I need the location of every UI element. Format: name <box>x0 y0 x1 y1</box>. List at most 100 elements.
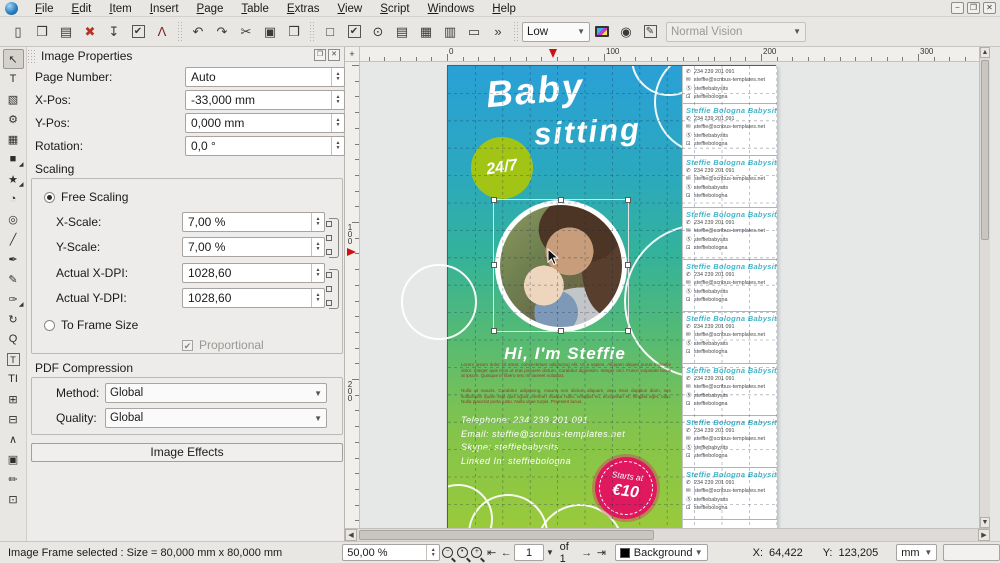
open-document-button[interactable]: ❒ <box>31 21 53 43</box>
pdf-push-button-button[interactable]: □ <box>319 21 341 43</box>
tool-rotate-item[interactable]: ↻ <box>3 309 24 329</box>
save-document-button[interactable]: ▤ <box>55 21 77 43</box>
image-effects-button[interactable]: Image Effects <box>31 443 343 462</box>
spinner[interactable]: ▲▼ <box>331 137 344 155</box>
display-settings-button[interactable] <box>591 21 613 43</box>
tool-insert-bezier-curve[interactable]: ✒ <box>3 249 24 269</box>
tool-select-item[interactable]: ↖ <box>3 49 24 69</box>
tool-insert-spiral[interactable]: ◎ <box>3 209 24 229</box>
panel-drag-handle[interactable] <box>27 49 36 65</box>
zoom-100-button[interactable]: • <box>455 544 470 561</box>
menu-view[interactable]: View <box>328 1 371 16</box>
spinner[interactable]: ▲▼ <box>311 264 324 282</box>
selection-frame[interactable] <box>493 199 629 332</box>
resize-handle[interactable] <box>558 328 564 334</box>
image-quality-select[interactable]: Low ▼ <box>522 22 590 42</box>
resize-handle[interactable] <box>625 262 631 268</box>
close-document-button[interactable]: ✖ <box>79 21 101 43</box>
to-frame-size-radio[interactable]: To Frame Size <box>44 315 138 335</box>
scroll-right-icon[interactable]: ▶ <box>978 529 990 541</box>
menu-page[interactable]: Page <box>188 1 233 16</box>
edit-in-preview-button[interactable]: ✎ <box>639 21 661 43</box>
zoom-out-button[interactable]: − <box>440 544 455 561</box>
tool-insert-arc[interactable]: ◔ <box>3 189 24 209</box>
panel-close-button[interactable]: ✕ <box>328 49 340 61</box>
resize-handle[interactable] <box>558 197 564 203</box>
menu-windows[interactable]: Windows <box>419 1 484 16</box>
page-number-field[interactable]: Auto▲▼ <box>185 67 345 87</box>
tool-insert-table[interactable]: ▦ <box>3 129 24 149</box>
quality-select[interactable]: Global▼ <box>105 408 327 428</box>
page-list-button[interactable]: ▼ <box>544 544 555 561</box>
undo-button[interactable]: ↶ <box>187 21 209 43</box>
copy-button[interactable]: ▣ <box>259 21 281 43</box>
spinner[interactable]: ▲▼ <box>426 545 439 560</box>
tool-eye-dropper[interactable]: ✏ <box>3 469 24 489</box>
spinner[interactable]: ▲▼ <box>331 114 344 132</box>
method-select[interactable]: Global▼ <box>105 383 327 403</box>
menu-insert[interactable]: Insert <box>141 1 188 16</box>
proportional-checkbox[interactable]: ✔Proportional <box>182 335 264 355</box>
preview-mode-button[interactable]: ◉ <box>615 21 637 43</box>
resize-handle[interactable] <box>491 262 497 268</box>
print-document-button[interactable]: ↧ <box>103 21 125 43</box>
panel-float-button[interactable]: ❐ <box>314 49 326 61</box>
vertical-scroll-thumb[interactable] <box>981 60 989 240</box>
menu-table[interactable]: Table <box>232 1 278 16</box>
ypos-field[interactable]: 0,000 mm▲▼ <box>185 113 345 133</box>
spinner[interactable]: ▲▼ <box>331 91 344 109</box>
xdpi-field[interactable]: 1028,60▲▼ <box>182 263 325 283</box>
export-pdf-button[interactable]: Λ <box>151 21 173 43</box>
horizontal-scroll-thumb[interactable] <box>359 530 654 540</box>
unit-select[interactable]: mm ▼ <box>896 544 937 561</box>
menu-file[interactable]: File <box>26 1 63 16</box>
ydpi-field[interactable]: 1028,60▲▼ <box>182 288 325 308</box>
horizontal-ruler[interactable]: 0100200300 <box>360 47 979 62</box>
tool-insert-render-frame[interactable]: ⚙ <box>3 109 24 129</box>
free-scaling-radio[interactable]: Free Scaling <box>44 187 128 207</box>
tool-insert-freehand-line[interactable]: ✎ <box>3 269 24 289</box>
layer-select[interactable]: Background ▼ <box>615 544 708 561</box>
redo-button[interactable]: ↷ <box>211 21 233 43</box>
horizontal-scrollbar[interactable]: ◀ ▶ <box>345 528 990 541</box>
resize-handle[interactable] <box>625 328 631 334</box>
menu-edit[interactable]: Edit <box>63 1 101 16</box>
document-viewport[interactable]: Baby sitting 24/7 Hi, I'm Steffie Lorem … <box>360 62 979 528</box>
first-page-button[interactable]: ⇤ <box>484 544 499 561</box>
scroll-up-icon[interactable]: ▲ <box>980 47 990 58</box>
yscale-field[interactable]: 7,00 %▲▼ <box>182 237 325 257</box>
tool-zoom-tool[interactable]: Q <box>3 329 24 349</box>
vertical-scrollbar[interactable]: ▲ ▼ <box>979 47 990 528</box>
pdf-check-box-button[interactable]: ✔ <box>343 21 365 43</box>
preflight-verifier-button[interactable]: ✔ <box>127 21 149 43</box>
paste-button[interactable]: ❒ <box>283 21 305 43</box>
tool-pdf-tools[interactable]: ⊡ <box>3 489 24 509</box>
tool-insert-shape[interactable]: ■◢ <box>3 149 24 169</box>
zoom-level-field[interactable]: 50,00 % ▲▼ <box>342 544 440 561</box>
vision-mode-select[interactable]: Normal Vision ▼ <box>666 22 806 42</box>
scroll-down-icon[interactable]: ▼ <box>980 517 990 528</box>
tool-unlink-text-frames[interactable]: ⊟ <box>3 409 24 429</box>
tool-insert-image-frame[interactable]: ▧ <box>3 89 24 109</box>
vertical-ruler[interactable]: 1 0 02 0 0 <box>345 62 360 528</box>
link-dpi-chain-icon[interactable] <box>329 269 339 309</box>
page-number-field[interactable]: 1 <box>514 544 545 561</box>
tool-insert-polygon[interactable]: ★◢ <box>3 169 24 189</box>
tool-copy-item-properties[interactable]: ▣ <box>3 449 24 469</box>
scroll-left-icon[interactable]: ◀ <box>345 529 357 541</box>
pdf-text-field-button[interactable]: ▤ <box>391 21 413 43</box>
previous-page-button[interactable]: ← <box>499 544 514 561</box>
spinner[interactable]: ▲▼ <box>311 289 324 307</box>
menu-help[interactable]: Help <box>483 1 525 16</box>
spinner[interactable]: ▲▼ <box>311 238 324 256</box>
new-document-button[interactable]: ▯ <box>7 21 29 43</box>
ruler-origin[interactable]: + <box>345 47 360 62</box>
restore-button[interactable]: ❐ <box>967 2 980 14</box>
tool-insert-calligraphic-line[interactable]: ✑◢ <box>3 289 24 309</box>
document-page[interactable]: Baby sitting 24/7 Hi, I'm Steffie Lorem … <box>447 65 776 528</box>
resize-handle[interactable] <box>491 328 497 334</box>
toolbar-overflow-button[interactable]: » <box>487 21 509 43</box>
menu-item[interactable]: Item <box>100 1 140 16</box>
minimize-button[interactable]: − <box>951 2 964 14</box>
last-page-button[interactable]: ⇥ <box>594 544 609 561</box>
